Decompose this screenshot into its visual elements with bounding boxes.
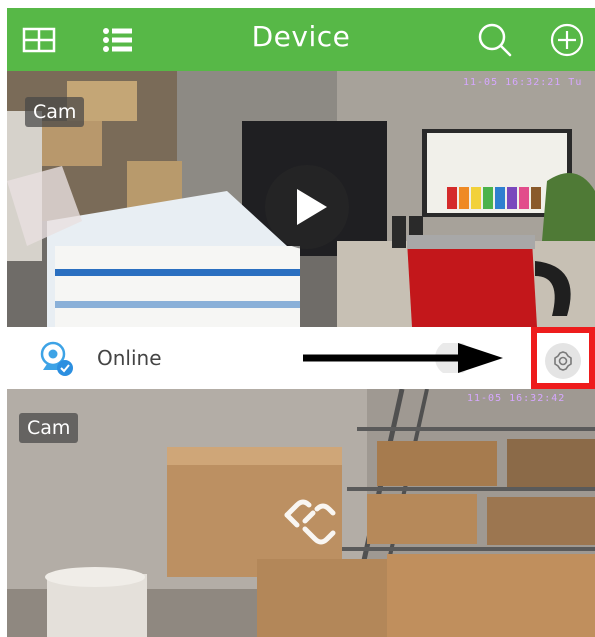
camera-snapshot-1: [7, 71, 595, 327]
camera-preview-2[interactable]: Cam 11-05 16:32:42: [7, 389, 595, 637]
camera-timestamp: 11-05 16:32:42: [467, 393, 566, 404]
camera-preview-1[interactable]: Cam 11-05 16:32:21 Tu: [7, 71, 595, 327]
camera-name-label: Cam: [19, 413, 79, 443]
add-circle-icon[interactable]: [547, 20, 587, 60]
broken-link-icon: [284, 499, 336, 545]
camera-timestamp: 11-05 16:32:21 Tu: [463, 77, 583, 88]
settings-gear-icon: [554, 351, 572, 371]
device-status-bar: Online: [7, 327, 595, 389]
camera-name-label: Cam: [25, 97, 85, 127]
arrow-right-icon: [303, 343, 503, 373]
device-list-screen: Device Cam 11-05 16:32:21 Tu Online Cam …: [7, 8, 595, 637]
search-icon[interactable]: [475, 20, 515, 60]
status-text: Online: [97, 346, 162, 370]
settings-button[interactable]: [545, 343, 581, 379]
settings-highlight-box: [531, 327, 595, 389]
top-bar: Device: [7, 8, 595, 71]
camera-online-icon: [40, 341, 73, 376]
